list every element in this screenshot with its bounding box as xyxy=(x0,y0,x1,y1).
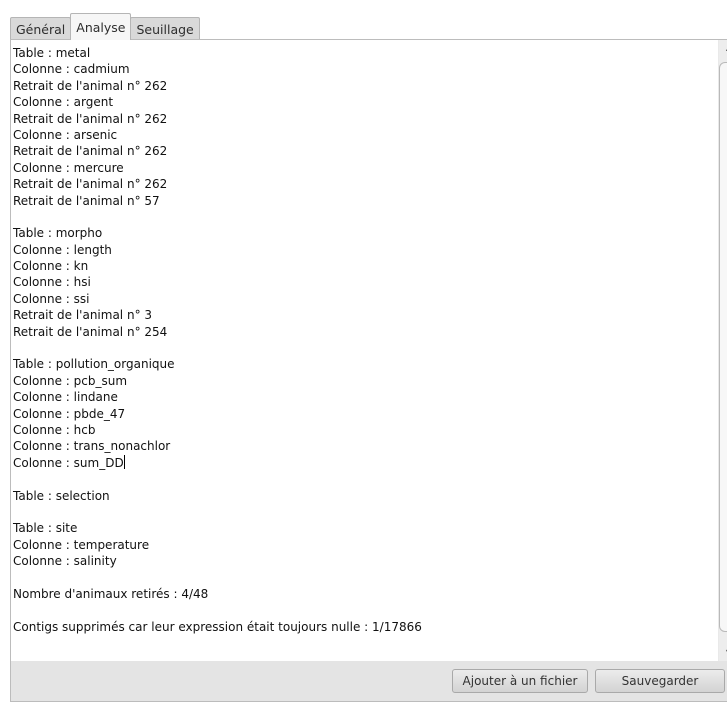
scroll-down-arrow-icon[interactable]: ▼ xyxy=(719,645,727,661)
log-blank-line xyxy=(13,471,422,487)
scrollbar-thumb[interactable]: ≡ xyxy=(719,62,727,632)
analysis-log-text: Table : metal Colonne : cadmium Retrait de… xyxy=(13,45,422,635)
vertical-scrollbar[interactable]: ▲ ≡ ▼ xyxy=(719,40,727,661)
log-line: Retrait de l'animal n° 57 xyxy=(13,193,160,208)
log-line: Contigs supprimés car leur expression ét… xyxy=(13,619,422,634)
log-line: Colonne : trans_nonachlor xyxy=(13,439,171,454)
log-line: Retrait de l'animal n° 254 xyxy=(13,324,168,339)
log-line: Colonne : sum_DD xyxy=(13,454,125,470)
log-line: Colonne : arsenic xyxy=(13,127,118,142)
add-to-file-button[interactable]: Ajouter à un fichier xyxy=(452,669,588,693)
log-line: Retrait de l'animal n° 262 xyxy=(13,111,168,126)
log-line: Colonne : length xyxy=(13,242,112,257)
log-line: Retrait de l'animal n° 262 xyxy=(13,177,168,192)
log-line: Colonne : temperature xyxy=(13,537,150,552)
log-line: Colonne : pcb_sum xyxy=(13,373,128,388)
button-row: Ajouter à un fichier Sauvegarder xyxy=(11,661,727,701)
tab-bar: Général Analyse Seuillage xyxy=(10,13,200,40)
tab-seuillage[interactable]: Seuillage xyxy=(130,17,200,40)
tab-general[interactable]: Général xyxy=(10,17,72,40)
scroll-up-arrow-icon[interactable]: ▲ xyxy=(719,40,727,56)
analysis-window: Général Analyse Seuillage Table : metal C… xyxy=(0,0,727,715)
log-line: Colonne : ssi xyxy=(13,291,90,306)
log-line: Colonne : argent xyxy=(13,95,114,110)
log-line: Colonne : mercure xyxy=(13,160,124,175)
log-line: Colonne : lindane xyxy=(13,390,118,405)
log-line: Colonne : hsi xyxy=(13,275,91,290)
log-line: Retrait de l'animal n° 3 xyxy=(13,308,153,323)
log-blank-line xyxy=(13,340,422,356)
log-line: Colonne : hcb xyxy=(13,422,96,437)
log-line: Table : site xyxy=(13,521,78,536)
analysis-log-textarea[interactable]: Table : metal Colonne : cadmium Retrait de… xyxy=(11,40,718,661)
log-blank-line xyxy=(13,602,422,618)
log-line: Colonne : pbde_47 xyxy=(13,406,126,421)
log-line: Table : metal xyxy=(13,46,91,60)
log-blank-line xyxy=(13,209,422,225)
analyse-tab-panel: Table : metal Colonne : cadmium Retrait de… xyxy=(10,39,727,702)
log-line: Colonne : cadmium xyxy=(13,62,130,77)
log-line: Colonne : salinity xyxy=(13,554,117,569)
log-line: Nombre d'animaux retirés : 4/48 xyxy=(13,586,209,601)
tab-analyse[interactable]: Analyse xyxy=(70,13,132,40)
log-line: Table : morpho xyxy=(13,226,103,241)
log-blank-line xyxy=(13,504,422,520)
text-cursor xyxy=(123,454,125,469)
log-line: Colonne : kn xyxy=(13,259,89,274)
log-line: Table : pollution_organique xyxy=(13,357,175,372)
log-line: Retrait de l'animal n° 262 xyxy=(13,144,168,159)
log-line: Table : selection xyxy=(13,488,110,503)
log-line: Retrait de l'animal n° 262 xyxy=(13,78,168,93)
save-button[interactable]: Sauvegarder xyxy=(595,669,725,693)
log-blank-line xyxy=(13,570,422,586)
